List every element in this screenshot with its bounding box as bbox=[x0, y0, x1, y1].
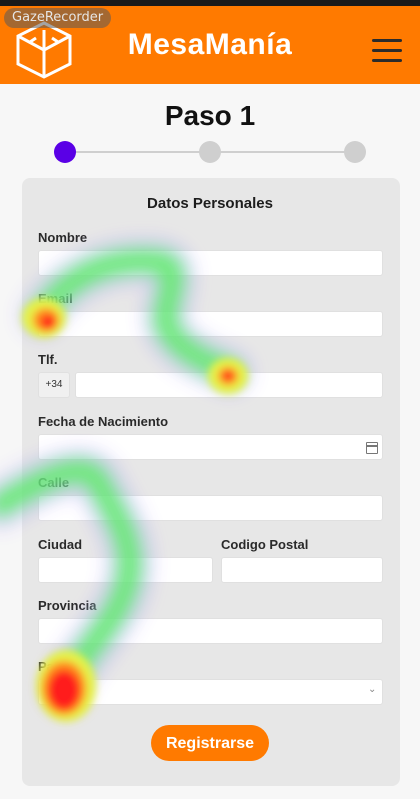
country-select-value: España bbox=[44, 686, 72, 695]
phone-field[interactable] bbox=[75, 372, 383, 398]
calendar-icon[interactable] bbox=[366, 442, 378, 454]
step-dot-1 bbox=[54, 141, 76, 163]
step-dot-3 bbox=[344, 141, 366, 163]
city-field[interactable] bbox=[38, 557, 213, 583]
postal-code-field[interactable] bbox=[221, 557, 383, 583]
phone-prefix[interactable]: +34 bbox=[38, 372, 70, 398]
nombre-label: Nombre bbox=[38, 230, 88, 245]
step-title: Paso 1 bbox=[164, 100, 256, 131]
street-field[interactable] bbox=[38, 495, 383, 521]
province-field[interactable] bbox=[38, 618, 383, 644]
provincia-label: Provincia bbox=[38, 598, 97, 613]
cp-label: Codigo Postal bbox=[221, 537, 309, 552]
chevron-down-icon[interactable]: ⌄ bbox=[368, 684, 376, 695]
pais-label: País bbox=[38, 659, 65, 674]
nombre-field[interactable] bbox=[38, 250, 383, 276]
country-select[interactable] bbox=[38, 679, 383, 705]
form-title: Datos Personales bbox=[147, 195, 273, 212]
tlf-label: Tlf. bbox=[38, 352, 58, 367]
hamburger-menu-icon[interactable] bbox=[372, 39, 402, 63]
calle-label: Calle bbox=[38, 475, 70, 490]
progress-stepper bbox=[52, 140, 372, 164]
step-dot-2 bbox=[199, 141, 221, 163]
email-label: Email bbox=[38, 291, 73, 306]
app-brand: MesaManía bbox=[127, 28, 293, 61]
email-field[interactable] bbox=[38, 311, 383, 337]
birthdate-field[interactable] bbox=[38, 434, 383, 460]
gaze-recorder-badge: GazeRecorder bbox=[4, 8, 112, 28]
ciudad-label: Ciudad bbox=[38, 537, 83, 552]
fecha-label: Fecha de Nacimiento bbox=[38, 414, 169, 429]
register-button[interactable]: Registrarse bbox=[151, 725, 269, 761]
